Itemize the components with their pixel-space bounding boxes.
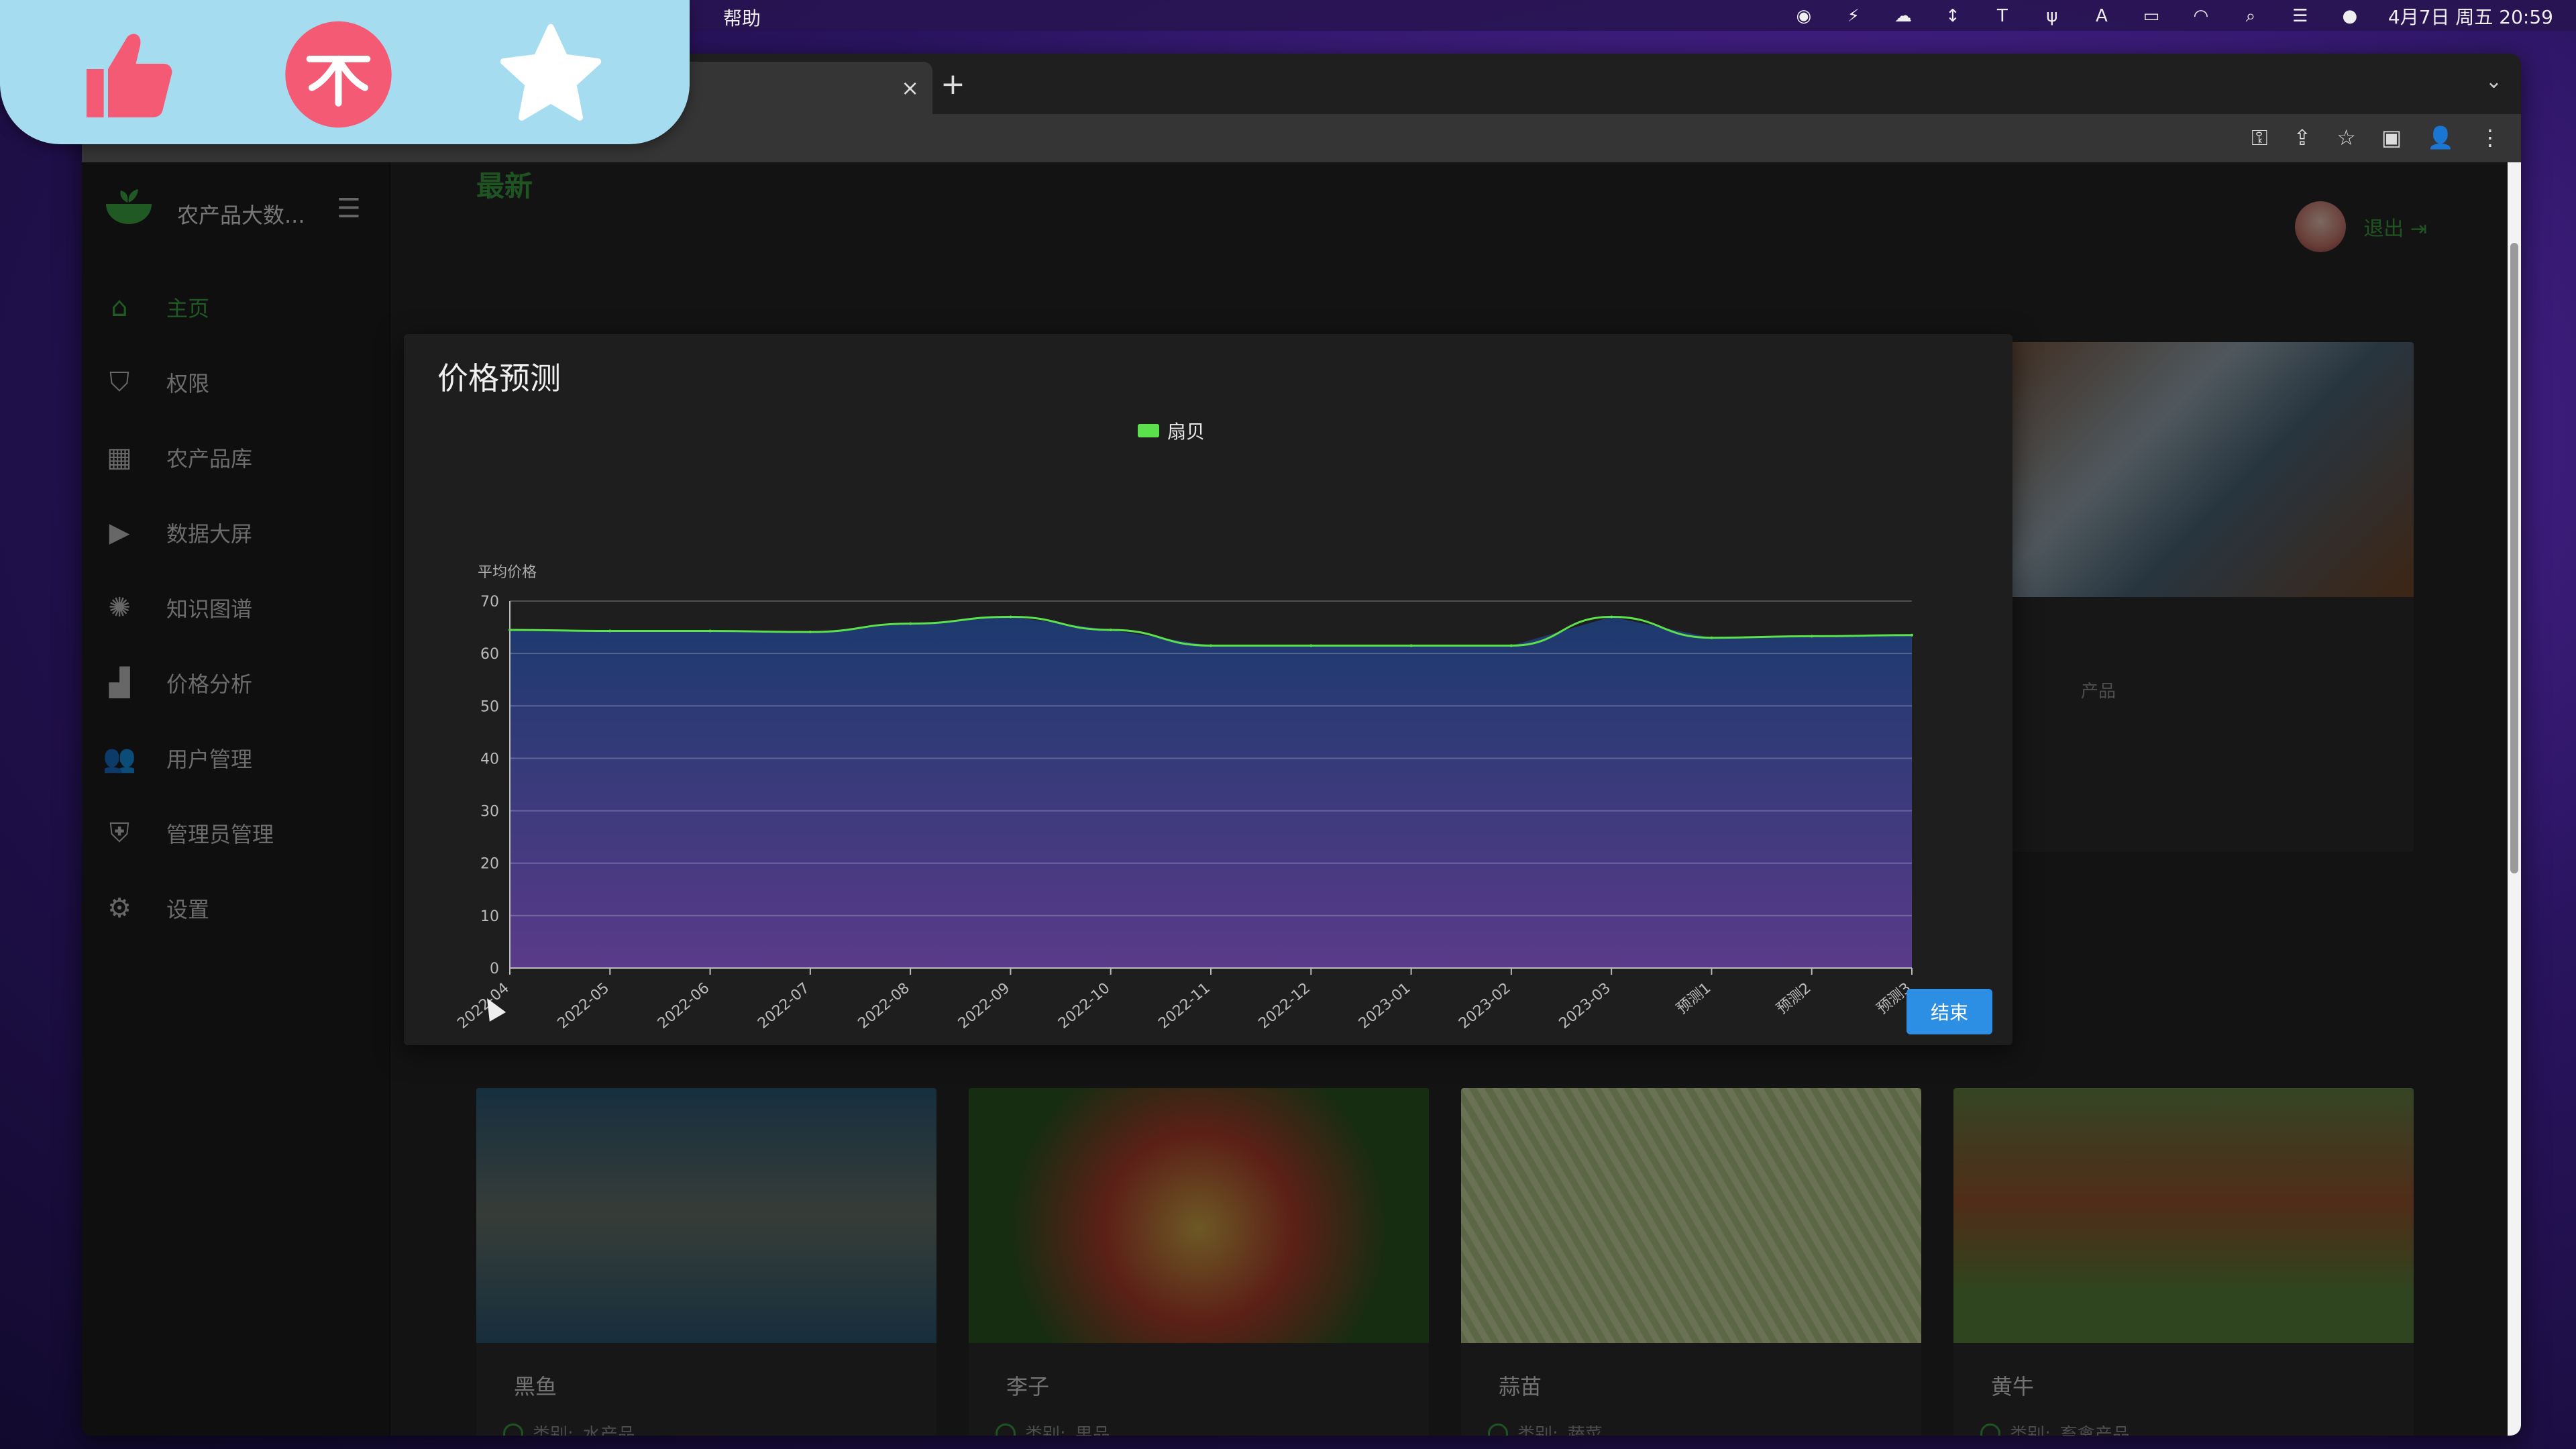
- text-tool-icon[interactable]: T: [1991, 5, 2014, 28]
- y-tick-label: 0: [490, 961, 499, 977]
- data-point: [1109, 628, 1112, 631]
- new-tab-button[interactable]: +: [941, 67, 965, 101]
- spotlight-search-icon[interactable]: ⌕: [2239, 5, 2262, 28]
- battery-icon[interactable]: ▭: [2140, 5, 2163, 28]
- input-method-icon[interactable]: A: [2090, 5, 2113, 28]
- y-axis-label: 平均价格: [478, 564, 537, 581]
- menu-help[interactable]: 帮助: [723, 4, 761, 31]
- data-point: [808, 631, 812, 634]
- data-point: [1810, 635, 1813, 638]
- data-point: [1409, 644, 1413, 647]
- data-point: [608, 629, 612, 633]
- wifi-icon[interactable]: ◠: [2190, 5, 2212, 28]
- share-icon[interactable]: ⇪: [2293, 125, 2311, 151]
- y-tick-label: 30: [480, 804, 499, 820]
- sidepanel-icon[interactable]: ▣: [2381, 125, 2402, 151]
- coin-icon[interactable]: [283, 19, 394, 129]
- toolbar-icons: ⚿ ⇪ ☆ ▣ 👤 ⋮: [2251, 125, 2501, 151]
- data-point: [1509, 644, 1513, 647]
- data-point: [1210, 644, 1212, 647]
- cloud-icon[interactable]: ☁: [1892, 5, 1915, 28]
- x-tick-label: 2022-06: [655, 979, 712, 1032]
- x-tick-label: 2022-12: [1256, 979, 1313, 1032]
- legend-label: 扇贝: [1167, 421, 1205, 443]
- x-tick-label: 2022-07: [755, 979, 812, 1032]
- bookmark-star-icon[interactable]: ☆: [2337, 125, 2356, 151]
- x-tick-label: 2022-09: [955, 979, 1013, 1032]
- tab-list-chevron-icon[interactable]: ⌄: [2485, 70, 2502, 93]
- screen-record-icon[interactable]: ◉: [1792, 5, 1815, 28]
- chart-legend[interactable]: 扇贝: [1138, 417, 1205, 444]
- x-tick-label: 2023-01: [1356, 979, 1413, 1032]
- data-point: [1309, 644, 1313, 647]
- y-tick-label: 40: [480, 751, 499, 767]
- control-center-icon[interactable]: ☰: [2289, 5, 2312, 28]
- y-tick-label: 10: [480, 908, 499, 925]
- data-point: [1710, 636, 1713, 639]
- siri-icon[interactable]: ●: [2339, 5, 2361, 28]
- browser-tab[interactable]: ×: [672, 62, 932, 114]
- bolt-icon[interactable]: ⚡: [1842, 5, 1865, 28]
- end-button[interactable]: 结束: [1907, 989, 1992, 1034]
- x-tick-label: 2023-02: [1456, 979, 1513, 1032]
- more-menu-icon[interactable]: ⋮: [2479, 125, 2501, 151]
- data-point: [1610, 615, 1613, 619]
- x-tick-label: 2023-03: [1556, 979, 1614, 1032]
- y-tick-label: 20: [480, 856, 499, 873]
- menubar-datetime[interactable]: 4月7日 周五 20:59: [2388, 3, 2553, 30]
- price-forecast-dialog: 价格预测 平均价格 0 10 20 30 40 50 60 70 2022-04 2022-05 20…: [404, 334, 2012, 1045]
- x-tick-label: 2022-08: [855, 979, 913, 1032]
- scrollbar-thumb[interactable]: [2510, 243, 2518, 873]
- data-point: [708, 629, 712, 633]
- page-scrollbar[interactable]: [2508, 162, 2521, 1436]
- x-tick-label: 预测2: [1774, 979, 1815, 1017]
- x-tick-label: 2022-10: [1055, 979, 1113, 1032]
- tab-close-icon[interactable]: ×: [901, 75, 919, 101]
- data-point: [909, 622, 912, 625]
- profile-icon[interactable]: 👤: [2427, 125, 2454, 151]
- key-icon[interactable]: ⚿: [2251, 125, 2267, 151]
- reaction-overlay: [0, 0, 690, 144]
- arrows-icon[interactable]: ↕: [1941, 5, 1964, 28]
- data-point: [1911, 633, 1913, 637]
- menubar-tray: ◉ ⚡ ☁ ↕ T ψ A ▭ ◠ ⌕ ☰ ● 4月7日 周五 20:59: [1792, 3, 2553, 30]
- x-tick-label: 2022-11: [1155, 979, 1213, 1032]
- star-icon[interactable]: [495, 19, 606, 129]
- x-tick-label: 预测1: [1674, 979, 1715, 1017]
- thumbs-up-icon[interactable]: [74, 19, 184, 129]
- fork-icon[interactable]: ψ: [2041, 5, 2063, 28]
- y-tick-label: 50: [480, 698, 499, 715]
- data-point: [1009, 615, 1012, 619]
- y-tick-label: 60: [480, 646, 499, 663]
- y-tick-label: 70: [480, 594, 499, 610]
- price-forecast-chart: 平均价格0102030405060702022-04 2022-05 2022-06…: [454, 564, 1914, 1032]
- x-tick-label: 2022-05: [555, 979, 612, 1032]
- legend-swatch: [1138, 424, 1159, 437]
- data-point: [508, 628, 511, 631]
